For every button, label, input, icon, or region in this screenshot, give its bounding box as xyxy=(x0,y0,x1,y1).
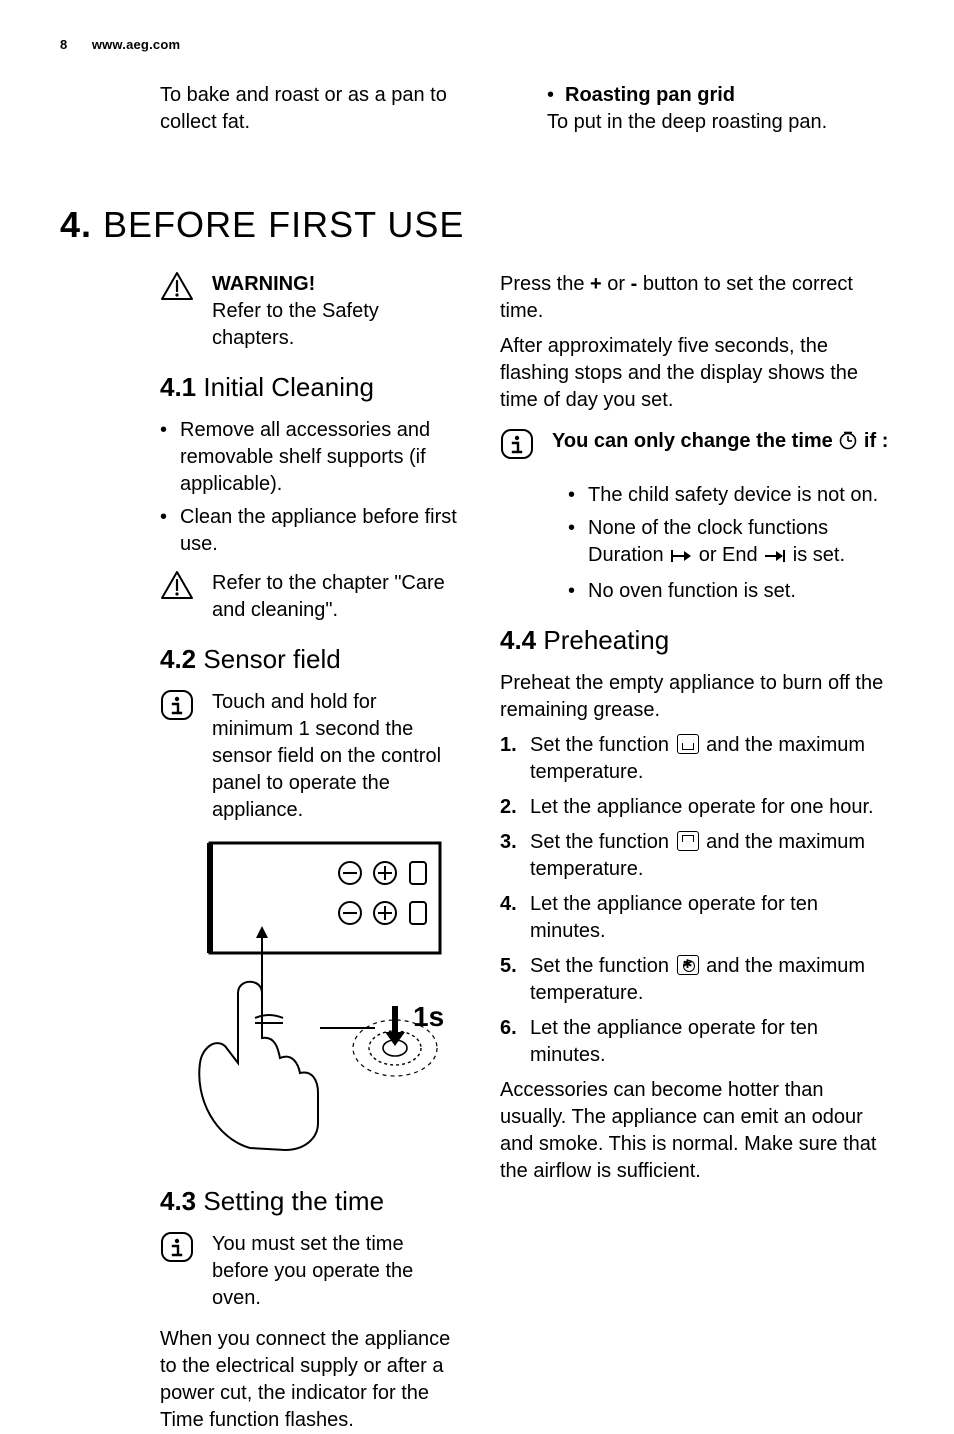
end-arrow-icon xyxy=(763,545,787,572)
step-item: Set the function and the maximum tempera… xyxy=(500,953,894,1007)
subhead-4-3-num: 4.3 xyxy=(160,1186,196,1216)
subhead-4-2: 4.2 Sensor field xyxy=(160,642,460,677)
initial-cleaning-list: Remove all accessories and removable she… xyxy=(160,417,460,558)
subhead-4-3: 4.3 Setting the time xyxy=(160,1184,460,1219)
warning-text: Refer to the Safety chapters. xyxy=(212,298,460,352)
page-number: 8 xyxy=(60,36,88,54)
bake-roast-text: To bake and roast or as a pan to collect… xyxy=(160,82,507,136)
deep-pan-text: To put in the deep roasting pan. xyxy=(547,109,894,136)
set-time-text: You must set the time before you operate… xyxy=(212,1231,460,1312)
list-item: Clean the appliance before first use. xyxy=(160,504,460,558)
subhead-4-1: 4.1 Initial Cleaning xyxy=(160,370,460,405)
list-item: Remove all accessories and removable she… xyxy=(160,417,460,498)
step-item: Let the appliance operate for ten minute… xyxy=(500,891,894,945)
info-icon xyxy=(160,689,194,824)
preheat-steps: Set the function and the maximum tempera… xyxy=(500,732,894,1069)
top-carryover: To bake and roast or as a pan to collect… xyxy=(160,82,894,141)
roasting-pan-bullet: Roasting pan grid xyxy=(547,82,894,109)
sensor-field-note: Touch and hold for minimum 1 second the … xyxy=(160,689,460,824)
list-item: None of the clock functions Duration or … xyxy=(568,515,894,572)
subhead-4-4-num: 4.4 xyxy=(500,625,536,655)
duration-arrow-icon xyxy=(669,545,693,572)
two-column-layout: WARNING! Refer to the Safety chapters. 4… xyxy=(60,271,894,1434)
bottom-element-icon xyxy=(677,734,699,754)
change-time-conditions: The child safety device is not on. None … xyxy=(568,482,894,605)
warning-title: WARNING! xyxy=(212,271,460,298)
subhead-4-4-title: Preheating xyxy=(543,625,669,655)
time-flash-paragraph: When you connect the appliance to the el… xyxy=(160,1326,460,1434)
set-time-note: You must set the time before you operate… xyxy=(160,1231,460,1312)
warning-triangle-icon xyxy=(160,271,194,352)
left-column: WARNING! Refer to the Safety chapters. 4… xyxy=(60,271,460,1434)
warning-block: WARNING! Refer to the Safety chapters. xyxy=(160,271,460,352)
fan-element-icon xyxy=(677,955,699,975)
page-header: 8 www.aeg.com xyxy=(60,36,894,54)
change-time-label: You can only change the time if : xyxy=(552,428,894,468)
info-icon xyxy=(160,1231,194,1312)
subhead-4-2-title: Sensor field xyxy=(203,644,340,674)
care-cleaning-text: Refer to the chapter "Care and cleaning"… xyxy=(212,570,460,624)
press-button-paragraph: Press the + or - button to set the corre… xyxy=(500,271,894,325)
roasting-pan-label: Roasting pan grid xyxy=(565,82,735,109)
clock-icon xyxy=(838,430,858,458)
section-4-name: BEFORE FIRST USE xyxy=(103,204,464,245)
change-time-info: You can only change the time if : xyxy=(500,428,894,468)
step-item: Let the appliance operate for ten minute… xyxy=(500,1015,894,1069)
subhead-4-2-num: 4.2 xyxy=(160,644,196,674)
step-item: Set the function and the maximum tempera… xyxy=(500,732,894,786)
top-element-icon xyxy=(677,831,699,851)
header-url: www.aeg.com xyxy=(92,37,180,52)
subhead-4-1-title: Initial Cleaning xyxy=(203,372,374,402)
info-icon xyxy=(500,428,534,468)
figure-1s-label: 1s xyxy=(413,1001,444,1032)
step-item: Set the function and the maximum tempera… xyxy=(500,829,894,883)
section-4-number: 4. xyxy=(60,204,92,245)
care-cleaning-note: Refer to the chapter "Care and cleaning"… xyxy=(160,570,460,624)
preheat-outro: Accessories can become hotter than usual… xyxy=(500,1077,894,1185)
sensor-field-figure: 1s xyxy=(160,838,460,1166)
list-item: No oven function is set. xyxy=(568,578,894,605)
preheat-intro: Preheat the empty appliance to burn off … xyxy=(500,670,894,724)
step-item: Let the appliance operate for one hour. xyxy=(500,794,894,821)
section-4-title: 4. BEFORE FIRST USE xyxy=(60,201,894,250)
subhead-4-3-title: Setting the time xyxy=(203,1186,384,1216)
warning-triangle-icon xyxy=(160,570,194,624)
five-seconds-paragraph: After approximately five seconds, the fl… xyxy=(500,333,894,414)
plus-symbol: + xyxy=(590,273,602,295)
subhead-4-4: 4.4 Preheating xyxy=(500,623,894,658)
sensor-field-text: Touch and hold for minimum 1 second the … xyxy=(212,689,460,824)
subhead-4-1-num: 4.1 xyxy=(160,372,196,402)
list-item: The child safety device is not on. xyxy=(568,482,894,509)
right-column: Press the + or - button to set the corre… xyxy=(500,271,894,1434)
